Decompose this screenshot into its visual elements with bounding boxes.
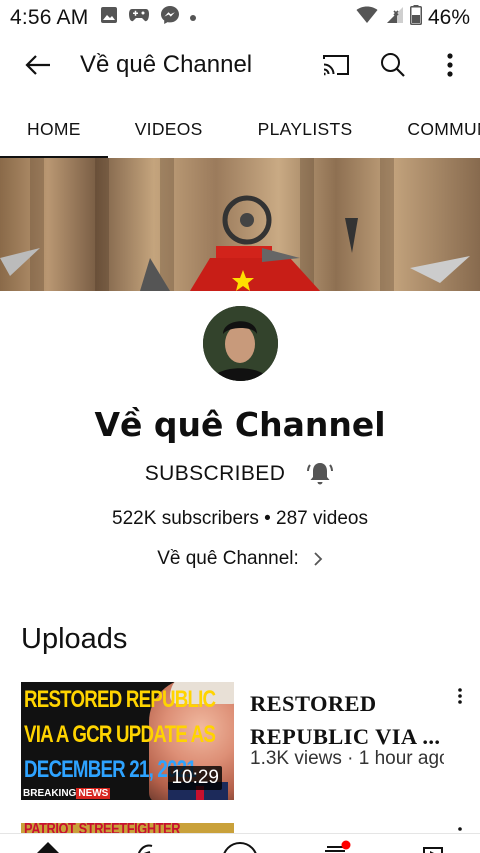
status-notification-icons: [100, 5, 197, 31]
back-arrow-icon: [25, 55, 50, 75]
cast-icon: [323, 55, 349, 76]
video-thumbnail[interactable]: RESTORED REPUBLIC VIA A GCR UPDATE AS DE…: [21, 682, 234, 800]
signal-icon: [384, 6, 404, 30]
subscriptions-icon: [325, 840, 351, 852]
video-title[interactable]: RESTORED REPUBLIC VIA ...: [250, 687, 446, 753]
video-duration: 10:29: [168, 766, 222, 790]
nav-subscriptions[interactable]: [316, 840, 356, 853]
banner-artwork: [0, 195, 470, 291]
cast-button[interactable]: [316, 45, 356, 85]
bell-ringing-icon: [307, 463, 334, 485]
subscribe-row: SUBSCRIBED: [0, 459, 480, 489]
library-icon: [423, 847, 443, 853]
thumbnail-breaking-tag: BREAKING NEWS: [23, 788, 111, 799]
channel-name: Về quê Channel: [94, 405, 386, 444]
notification-bell-button[interactable]: [305, 459, 335, 489]
channel-stats: 522K subscribers • 287 videos: [112, 508, 368, 529]
back-button[interactable]: [18, 45, 58, 85]
nav-explore[interactable]: [124, 840, 164, 853]
thumbnail-text-line: RESTORED REPUBLIC: [24, 686, 216, 713]
battery-percent: 46%: [427, 6, 470, 29]
status-time: 4:56 AM: [10, 6, 89, 29]
breaking-text: BREAKING: [23, 788, 77, 799]
channel-avatar[interactable]: [203, 306, 278, 381]
channel-link-text: Về quê Channel:: [157, 548, 299, 569]
dot-icon: [190, 15, 197, 21]
channel-tabs: HOME VIDEOS PLAYLISTS COMMUNITY: [0, 100, 480, 158]
search-icon: [381, 53, 405, 77]
thumbnail-text-line: VIA A GCR UPDATE AS: [24, 721, 216, 748]
wifi-icon: [356, 6, 378, 30]
chevron-right-icon: [313, 551, 323, 567]
video-menu-button[interactable]: [450, 684, 470, 708]
battery-icon: [409, 5, 422, 31]
more-vert-icon: [447, 53, 453, 77]
app-actions: [299, 45, 480, 85]
channel-link[interactable]: Về quê Channel:: [0, 548, 480, 570]
bottom-nav: [0, 833, 480, 853]
home-icon: [37, 842, 59, 853]
avatar-image: [203, 306, 278, 381]
game-controller-icon: [128, 6, 150, 30]
search-button[interactable]: [373, 45, 413, 85]
add-icon: [223, 842, 257, 853]
video-meta: 1.3K views · 1 hour ago: [250, 748, 444, 769]
video-item[interactable]: RESTORED REPUBLIC VIA A GCR UPDATE AS DE…: [21, 682, 480, 800]
uploads-heading[interactable]: Uploads: [21, 623, 127, 656]
messenger-icon: [160, 5, 180, 31]
app-title: Về quê Channel: [80, 51, 253, 78]
app-bar: Về quê Channel: [0, 36, 480, 94]
news-text: NEWS: [76, 788, 111, 799]
image-icon: [100, 6, 118, 30]
tab-playlists[interactable]: PLAYLISTS: [258, 100, 353, 158]
more-options-button[interactable]: [430, 45, 470, 85]
status-system-icons: 46%: [356, 5, 470, 31]
subscribed-button[interactable]: SUBSCRIBED: [145, 462, 286, 486]
nav-home[interactable]: [28, 840, 68, 853]
nav-library[interactable]: [412, 840, 452, 853]
nav-create[interactable]: [220, 840, 260, 853]
tab-home[interactable]: HOME: [0, 100, 108, 158]
tab-videos[interactable]: VIDEOS: [135, 100, 203, 158]
channel-banner: [0, 158, 480, 291]
more-vert-icon: [458, 688, 462, 704]
explore-icon: [137, 844, 153, 853]
tab-community[interactable]: COMMUNITY: [407, 100, 480, 158]
status-bar: 4:56 AM 46%: [0, 0, 480, 36]
